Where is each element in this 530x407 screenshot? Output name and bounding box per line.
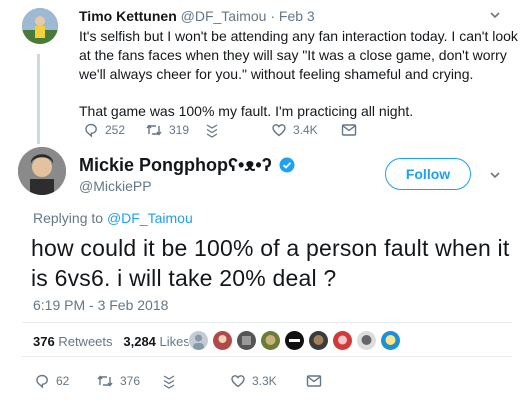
liker-avatar[interactable]: [380, 330, 401, 351]
liker-avatar[interactable]: [332, 330, 353, 351]
avatar[interactable]: [18, 147, 66, 195]
dm-button[interactable]: [205, 122, 271, 138]
liker-avatar[interactable]: [236, 330, 257, 351]
chevron-down-icon[interactable]: [489, 8, 501, 24]
mail-icon: [341, 124, 357, 136]
dm-icon: [206, 124, 218, 138]
reply-button[interactable]: 62: [34, 373, 96, 389]
retweet-count: 376: [120, 374, 141, 388]
tweet-paragraph: That game was 100% my fault. I'm practic…: [79, 103, 414, 119]
tweet-date[interactable]: Feb 3: [279, 8, 315, 24]
divider: [22, 356, 512, 357]
like-count: 3.4K: [293, 123, 318, 137]
author-name[interactable]: Timo Kettunen: [79, 8, 177, 24]
dm-button[interactable]: [162, 373, 228, 389]
reply-count: 62: [56, 374, 70, 388]
author-name-row[interactable]: Mickie Pongphopʕ•ᴥ•ʔ: [79, 155, 295, 176]
like-button[interactable]: 3.4K: [271, 122, 341, 138]
tweet-header: Timo Kettunen @DF_Taimou · Feb 3: [79, 8, 315, 24]
like-icon: [231, 375, 245, 388]
verified-icon: [279, 157, 295, 173]
like-button[interactable]: 3.3K: [230, 373, 306, 389]
liker-avatar[interactable]: [308, 330, 329, 351]
replying-to-link[interactable]: @DF_Taimou: [107, 210, 193, 226]
message-button[interactable]: [341, 123, 357, 137]
reply-count: 252: [105, 123, 126, 137]
thread-connector: [37, 54, 40, 144]
retweet-button[interactable]: 376: [96, 373, 162, 389]
reply-icon: [85, 123, 97, 138]
reply-button[interactable]: 252: [83, 122, 145, 138]
author-handle[interactable]: @MickiePP: [79, 178, 152, 194]
liker-avatar[interactable]: [212, 330, 233, 351]
liker-avatars: [188, 330, 401, 351]
tweet-actions: 62 376 3.3K: [34, 373, 322, 389]
like-count: 3.3K: [252, 374, 277, 388]
reply-icon: [36, 374, 48, 389]
retweet-button[interactable]: 319: [145, 122, 205, 138]
liker-avatar[interactable]: [260, 330, 281, 351]
author-name[interactable]: Mickie Pongphop: [79, 155, 228, 175]
retweet-icon: [146, 124, 162, 136]
tweet-timestamp[interactable]: 6:19 PM - 3 Feb 2018: [33, 297, 168, 313]
follow-button[interactable]: Follow: [385, 158, 471, 190]
retweets-stat[interactable]: 376 Retweets: [33, 334, 113, 349]
avatar[interactable]: [22, 8, 58, 44]
author-handle[interactable]: @DF_Taimou: [181, 8, 267, 24]
tweet-text: how could it be 100% of a person fault w…: [31, 235, 510, 291]
tweet-paragraph: It's selfish but I won't be attending an…: [79, 28, 518, 82]
like-icon: [272, 124, 286, 137]
retweet-count: 319: [169, 123, 190, 137]
liker-avatar[interactable]: [356, 330, 377, 351]
liker-avatar[interactable]: [188, 330, 209, 351]
liker-avatar[interactable]: [284, 330, 305, 351]
replying-to: Replying to @DF_Taimou: [33, 210, 193, 226]
message-button[interactable]: [306, 374, 322, 388]
tweet-actions: 252 319 3.4K: [83, 122, 357, 138]
author-name-emoji: ʕ•ᴥ•ʔ: [228, 155, 272, 175]
retweet-icon: [97, 375, 113, 387]
tweet-stats: 376 Retweets 3,284 Likes: [33, 334, 190, 349]
divider: [22, 322, 512, 323]
likes-stat[interactable]: 3,284 Likes: [123, 334, 190, 349]
chevron-down-icon[interactable]: [489, 168, 501, 184]
mail-icon: [306, 375, 322, 387]
dm-icon: [163, 375, 175, 389]
